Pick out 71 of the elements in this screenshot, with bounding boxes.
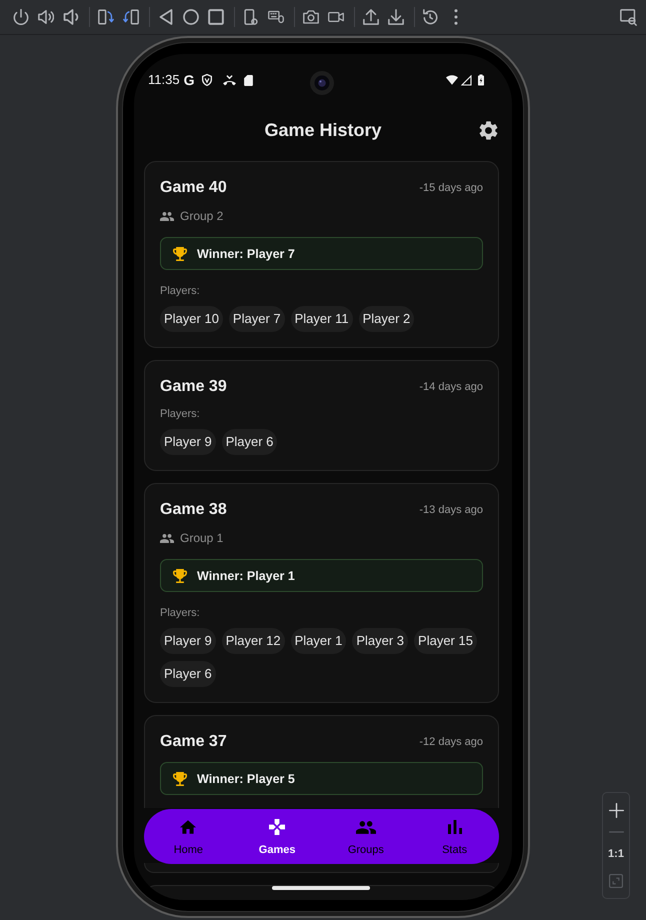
game-card[interactable]: Game 40 -15 days ago Group 2 Winner: Player 7 Players: Player 10 Player 7 Player 11 Player 2	[144, 161, 499, 348]
shield-icon	[202, 74, 212, 86]
back-icon[interactable]	[158, 9, 174, 25]
rotate-left-icon[interactable]	[98, 9, 114, 25]
players-label: Players:	[160, 407, 201, 422]
screen-title: Game History	[264, 119, 382, 142]
player-chip: Player 15	[414, 628, 477, 654]
battery-icon	[478, 74, 484, 86]
volume-up-icon[interactable]	[38, 9, 54, 25]
bar-chart-icon	[448, 820, 462, 834]
actual-size-button[interactable]: 1:1	[608, 846, 624, 861]
circular-arrow-icon[interactable]	[422, 9, 438, 25]
wifi-icon	[446, 75, 458, 85]
sd-card-icon	[244, 74, 254, 86]
winner-text: Winner: Player 7	[197, 246, 295, 262]
game-card[interactable]: Game 39 -14 days ago Players: Player 9 Player 6	[144, 360, 499, 471]
trophy-icon	[173, 568, 187, 582]
app-glyph: G	[184, 71, 194, 89]
player-chip: Player 7	[228, 306, 285, 332]
player-chip: Player 3	[352, 628, 408, 654]
game-title: Game 40	[160, 178, 227, 198]
keyboard-mouse-icon[interactable]	[268, 9, 284, 25]
game-date: -13 days ago	[419, 503, 483, 517]
camera-icon[interactable]	[302, 9, 318, 25]
phone-settings-icon[interactable]	[242, 9, 258, 25]
player-chip: Player 6	[222, 429, 278, 455]
players-label: Players:	[160, 284, 201, 299]
people-icon	[160, 212, 174, 220]
trophy-icon	[173, 772, 187, 786]
video-camera-icon[interactable]	[328, 9, 344, 25]
trophy-icon	[173, 246, 187, 260]
nav-tab[interactable]: Games	[232, 809, 322, 864]
upload-icon[interactable]	[362, 9, 378, 25]
game-date: -14 days ago	[419, 380, 483, 394]
winner-text: Winner: Player 5	[197, 770, 295, 786]
player-chip: Player 6	[160, 661, 216, 687]
game-title: Game 37	[160, 732, 227, 752]
phone-icon	[223, 74, 236, 86]
game-card[interactable]: Game 37 -12 days ago Winner: Player 5	[144, 715, 499, 808]
camera-lens-icon	[310, 71, 334, 95]
rotate-right-icon[interactable]	[122, 9, 138, 25]
player-chip: Player 9	[160, 429, 216, 455]
winner-text: Winner: Player 1	[197, 568, 295, 584]
power-icon[interactable]	[12, 9, 28, 25]
home-icon	[180, 820, 196, 834]
game-date: -15 days ago	[419, 181, 483, 195]
group-name: Group 1	[180, 530, 224, 546]
player-chip: Player 1	[290, 628, 346, 654]
status-time: 11:35	[148, 71, 180, 89]
volume-down-icon[interactable]	[62, 9, 78, 25]
player-chip: Player 10	[160, 306, 223, 332]
group-name: Group 2	[180, 208, 224, 224]
overview-icon[interactable]	[208, 9, 224, 25]
download-icon[interactable]	[388, 9, 404, 25]
game-title: Game 38	[160, 500, 227, 520]
player-chip: Player 12	[222, 628, 285, 654]
player-chip: Player 11	[290, 306, 353, 332]
home-icon[interactable]	[182, 9, 198, 25]
player-chip: Player 2	[358, 306, 414, 332]
gamepad-icon	[269, 819, 286, 835]
players-label: Players:	[160, 606, 201, 621]
settings-icon[interactable]	[479, 120, 498, 140]
signal-icon	[461, 74, 472, 86]
people-icon	[356, 820, 376, 834]
people-icon	[160, 534, 174, 542]
game-title: Game 39	[160, 377, 227, 397]
game-date: -12 days ago	[419, 735, 483, 749]
window-search-icon[interactable]	[620, 8, 637, 26]
game-card[interactable]: Game 38 -13 days ago Group 1 Winner: Player 1 Players: Player 9 Player 12 Player 1 Player 3 Player 15 Player 6	[144, 483, 499, 703]
zoom-in-icon[interactable]	[608, 802, 624, 818]
player-chip: Player 9	[160, 628, 216, 654]
